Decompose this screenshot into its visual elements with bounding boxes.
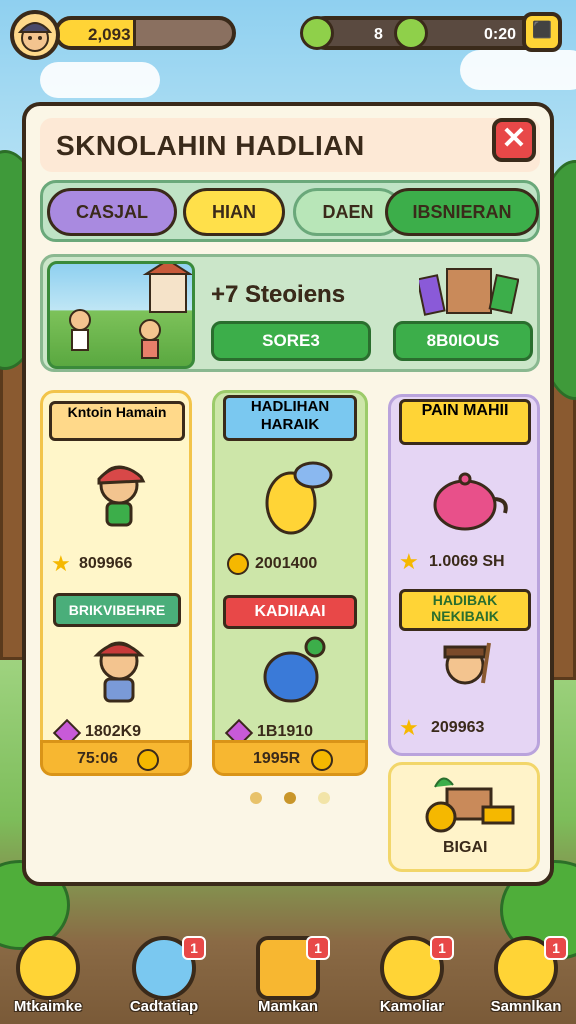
event-banner: +7 Steoiens SORE3 8B0IOUS <box>40 254 540 372</box>
nav-label: Mtkaimke <box>13 998 83 1015</box>
panel-title: SKNOLAHIN HADLIAN <box>56 130 365 161</box>
nav-item-samnlkan[interactable]: 1 Samnlkan <box>478 930 574 1024</box>
coin-icon <box>137 749 159 771</box>
tab-casjal[interactable]: CASJAL <box>47 188 177 236</box>
player-avatar[interactable] <box>10 10 60 60</box>
nav-item-mamkan[interactable]: 1 Mamkan <box>240 930 336 1024</box>
card-header: PAIN MAHII <box>399 399 531 445</box>
bean-icon <box>394 16 428 50</box>
notification-badge: 1 <box>182 936 206 960</box>
reward-card-purple[interactable]: PAIN MAHII ★ 1.0069 SH HADIBAK NEKIBAIK … <box>388 394 540 756</box>
character-icon <box>79 455 159 535</box>
banner-button-left[interactable]: SORE3 <box>211 321 371 361</box>
nav-label: Samnlkan <box>490 998 562 1015</box>
pouch-icon <box>253 629 337 709</box>
card-value-1: 809966 <box>79 555 133 572</box>
card-header: HADLIHAN HARAIK <box>223 395 357 441</box>
nav-label: Kamoliar <box>379 998 445 1015</box>
resource-a-value: 8 <box>374 26 383 43</box>
card-ribbon: BRIKVIBEHRE <box>53 593 181 627</box>
star-icon: ★ <box>399 715 419 740</box>
xp-value: 2,093 <box>88 25 131 44</box>
reward-card-yellow[interactable]: Kntoin Hamain ★ 809966 BRIKVIBEHRE 1802K… <box>40 390 192 776</box>
fruit-icon <box>253 457 337 541</box>
page-dot-active[interactable] <box>284 792 296 804</box>
star-icon: ★ <box>399 549 419 574</box>
card-footer-value: 1995R <box>253 750 301 767</box>
bottom-nav: Mtkaimke 1 Cadtatiap 1 Mamkan 1 Kamoliar… <box>0 930 576 1024</box>
bonus-card[interactable]: BIGAI <box>388 762 540 872</box>
tab-hian[interactable]: HIAN <box>183 188 285 236</box>
nav-label: Cadtatiap <box>129 998 199 1015</box>
crystal-icon <box>16 936 80 1000</box>
coin-icon <box>227 553 249 575</box>
card-ribbon: HADIBAK NEKIBAIK <box>399 589 531 631</box>
nav-label: Mamkan <box>257 998 319 1015</box>
card-ribbon: KADIIAAI <box>223 595 357 629</box>
character-icon <box>79 629 159 709</box>
card-value-2: 1B1910 <box>257 723 314 740</box>
character-icon <box>427 633 507 707</box>
card-value-2: 1802K9 <box>85 723 142 740</box>
banner-title: +7 Steoiens <box>211 281 346 308</box>
coin-icon <box>311 749 333 771</box>
panel-title-bar: SKNOLAHIN HADLIAN <box>40 118 540 172</box>
xp-bar: 2,093 <box>54 16 236 50</box>
card-header: Kntoin Hamain <box>49 401 185 441</box>
reward-card-green[interactable]: HADLIHAN HARAIK 2001400 KADIIAAI 1B1910 … <box>212 390 368 776</box>
rewards-panel: SKNOLAHIN HADLIAN ✕ CASJAL HIAN DAEN IBS… <box>22 102 554 886</box>
card-footer: 1995R <box>212 740 368 776</box>
page-dot[interactable] <box>250 792 262 804</box>
banner-button-right[interactable]: 8B0IOUS <box>393 321 533 361</box>
gold-bars-icon <box>413 773 517 833</box>
close-button[interactable]: ✕ <box>492 118 536 162</box>
bonus-label: BIGAI <box>443 839 488 856</box>
card-value-2: 209963 <box>431 719 485 736</box>
resource-b-value: 0:20 <box>483 26 516 43</box>
add-currency-button[interactable]: ⬛ <box>522 12 562 52</box>
card-footer: 75:06 <box>40 740 192 776</box>
nav-item-kamoliar[interactable]: 1 Kamoliar <box>364 930 460 1024</box>
bean-icon <box>300 16 334 50</box>
teapot-icon <box>423 459 513 539</box>
top-hud: 2,093 8 0:20 ⬛ <box>8 8 568 60</box>
notification-badge: 1 <box>430 936 454 960</box>
nav-item-cadtatiap[interactable]: 1 Cadtatiap <box>116 930 212 1024</box>
card-footer-value: 75:06 <box>77 750 118 767</box>
category-tabs: CASJAL HIAN DAEN IBSNIERAN <box>40 180 540 242</box>
star-icon: ★ <box>51 551 71 576</box>
card-value-1: 2001400 <box>255 555 318 572</box>
tab-ibsnieran[interactable]: IBSNIERAN <box>385 188 539 236</box>
page-dot[interactable] <box>318 792 330 804</box>
notification-badge: 1 <box>544 936 568 960</box>
nav-item-mtkaimke[interactable]: Mtkaimke <box>0 930 96 1024</box>
banner-illustration <box>47 261 195 369</box>
chest-icon <box>416 263 520 319</box>
notification-badge: 1 <box>306 936 330 960</box>
card-value-1: 1.0069 SH <box>429 553 505 570</box>
